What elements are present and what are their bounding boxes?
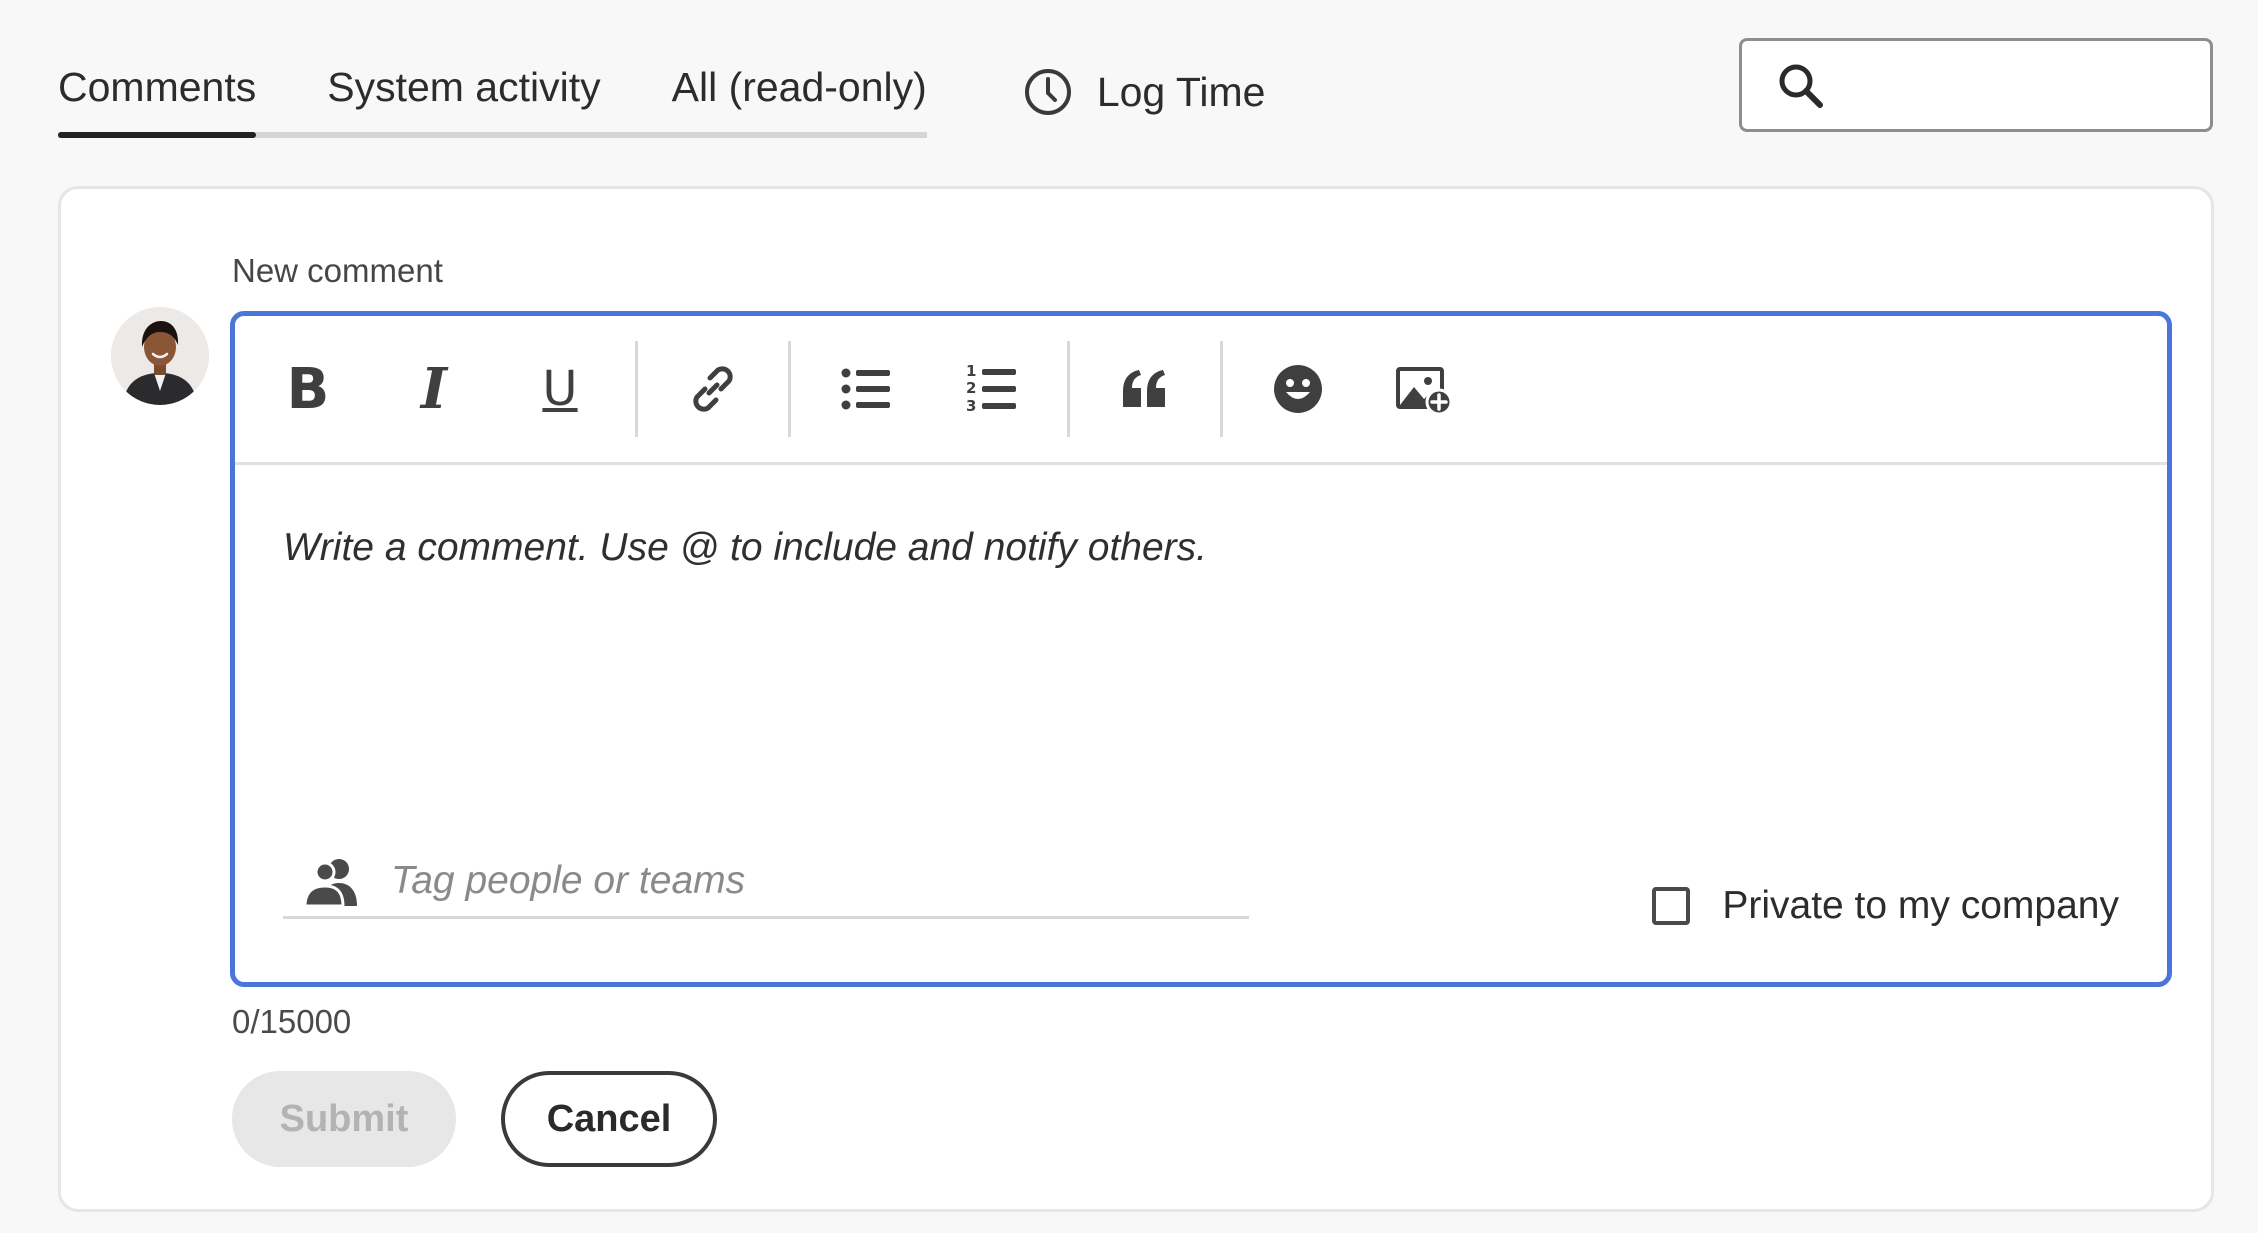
insert-image-button[interactable] <box>1361 316 1487 462</box>
new-comment-label: New comment <box>232 252 443 289</box>
user-photo <box>111 307 209 405</box>
emoji-icon <box>1274 365 1322 413</box>
tab-group: Comments System activity All (read-only) <box>58 52 927 138</box>
new-comment-card: New comment B I U 1 2 3 Write a comment.… <box>58 186 2214 1212</box>
people-icon <box>303 859 357 906</box>
numbered-list-button[interactable]: 123 <box>929 316 1055 462</box>
clock-icon <box>1024 69 1071 115</box>
submit-button[interactable]: Submit <box>232 1071 456 1167</box>
bold-icon: B <box>286 356 330 422</box>
italic-icon: I <box>420 356 448 422</box>
search-icon <box>1779 64 1823 108</box>
svg-text:2: 2 <box>966 379 976 397</box>
tab-system-activity[interactable]: System activity <box>327 52 600 132</box>
link-button[interactable] <box>650 316 776 462</box>
log-time-button[interactable]: Log Time <box>1023 52 1266 132</box>
avatar <box>111 307 209 405</box>
log-time-label: Log Time <box>1096 68 1266 115</box>
link-icon <box>693 366 733 412</box>
comment-textarea[interactable]: Write a comment. Use @ to include and no… <box>283 526 2119 570</box>
search-box[interactable] <box>1739 38 2213 132</box>
comment-editor: B I U 1 2 3 Write a comment. Use @ to in… <box>230 311 2172 987</box>
tab-bar: Comments System activity All (read-only)… <box>58 52 1265 138</box>
cancel-button[interactable]: Cancel <box>501 1071 717 1167</box>
character-counter: 0/15000 <box>232 1003 352 1040</box>
tab-all-read-only[interactable]: All (read-only) <box>672 52 927 132</box>
toolbar-divider <box>1067 341 1070 437</box>
italic-button[interactable]: I <box>371 316 497 462</box>
quote-icon <box>1123 370 1165 407</box>
toolbar-divider <box>788 341 791 437</box>
private-checkbox[interactable] <box>1652 887 1691 925</box>
tag-people-field[interactable]: Tag people or teams <box>283 846 1249 919</box>
tab-comments[interactable]: Comments <box>58 52 257 138</box>
quote-button[interactable] <box>1082 316 1208 462</box>
toolbar-divider <box>635 341 638 437</box>
private-to-company-option[interactable]: Private to my company <box>1652 884 2119 928</box>
insert-image-icon <box>1396 367 1453 416</box>
search-input[interactable] <box>1842 49 2194 121</box>
emoji-button[interactable] <box>1235 316 1361 462</box>
bold-button[interactable]: B <box>245 316 371 462</box>
tag-people-placeholder: Tag people or teams <box>391 859 746 902</box>
private-label: Private to my company <box>1722 884 2119 927</box>
numbered-list-icon: 123 <box>966 362 1016 415</box>
bullet-list-icon <box>841 368 890 410</box>
bullet-list-button[interactable] <box>803 316 929 462</box>
toolbar-divider <box>1220 341 1223 437</box>
svg-text:1: 1 <box>966 362 976 380</box>
svg-text:3: 3 <box>966 397 976 415</box>
underline-icon: U <box>542 361 578 417</box>
underline-button[interactable]: U <box>497 316 623 462</box>
formatting-toolbar: B I U 1 2 3 <box>235 316 2167 465</box>
